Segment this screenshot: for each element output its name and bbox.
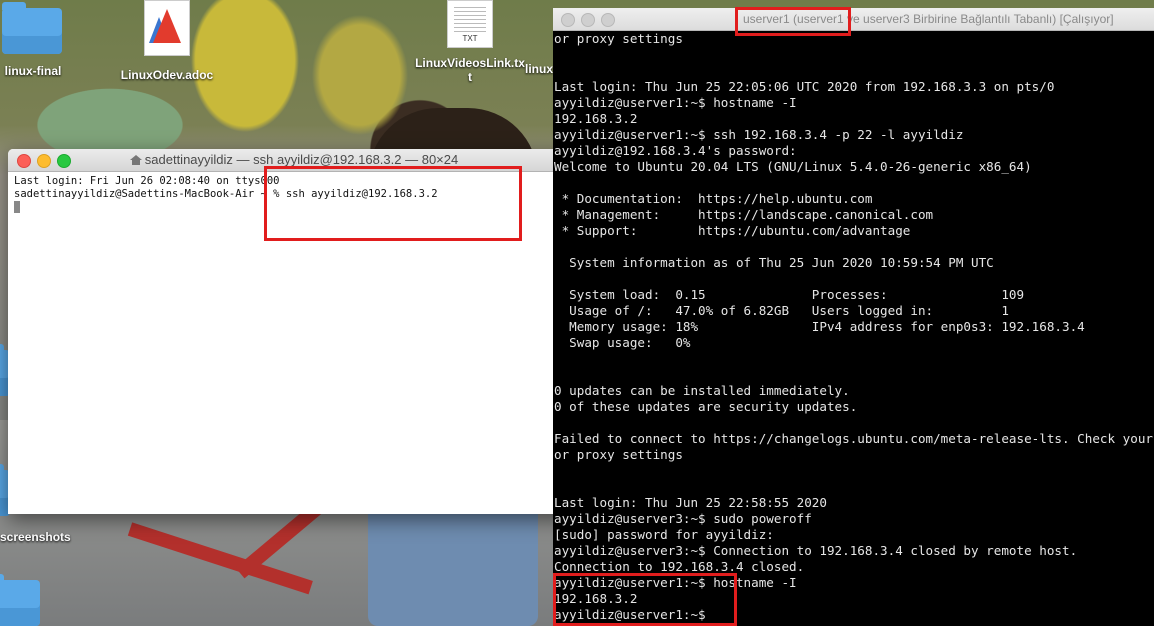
mac-terminal-title: sadettinayyildiz — ssh ayyildiz@192.168.… — [144, 152, 459, 167]
console-line: 0 updates can be installed immediately. — [554, 383, 850, 398]
highlight-box-window-title — [735, 7, 851, 36]
console-line: Usage of /: 47.0% of 6.82GB Users logged… — [554, 303, 1009, 318]
home-icon — [129, 155, 142, 165]
folder-icon — [2, 2, 62, 54]
console-line: System load: 0.15 Processes: 109 — [554, 287, 1025, 302]
minimize-icon[interactable] — [581, 13, 595, 27]
console-line: ayyildiz@userver1:~$ ssh 192.168.3.4 -p … — [554, 127, 964, 142]
console-line: ayyildiz@userver3:~$ sudo poweroff — [554, 511, 812, 526]
vm-console-body[interactable]: or proxy settings Last login: Thu Jun 25 … — [553, 31, 1154, 623]
folder-icon[interactable] — [0, 574, 40, 626]
vm-console-titlebar[interactable]: userver1 (userver1 ve userver3 Birbirine… — [553, 8, 1154, 31]
console-line: 192.168.3.2 — [554, 111, 638, 126]
highlight-box-ssh-command — [264, 166, 522, 241]
close-icon[interactable] — [561, 13, 575, 27]
desktop-icon-label: LinuxOdev.adoc — [120, 68, 214, 82]
adoc-file-icon — [144, 0, 190, 56]
console-line: or proxy settings — [554, 31, 683, 46]
zoom-icon[interactable] — [57, 154, 71, 168]
zoom-icon[interactable] — [601, 13, 615, 27]
close-icon[interactable] — [17, 154, 31, 168]
console-line: * Support: https://ubuntu.com/advantage — [554, 223, 911, 238]
console-line: ayyildiz@userver3:~$ Connection to 192.1… — [554, 543, 1078, 558]
console-line: Last login: Thu Jun 25 22:58:55 2020 — [554, 495, 827, 510]
highlight-box-hostname-output — [553, 573, 737, 626]
desktop-icon-linux-final[interactable]: linux-final — [0, 2, 66, 78]
console-line: * Documentation: https://help.ubuntu.com — [554, 191, 873, 206]
console-line: System information as of Thu 25 Jun 2020… — [554, 255, 994, 270]
desktop-icon-label: screenshots — [0, 530, 71, 544]
desktop-icon-label: LinuxVideosLink.txt — [415, 56, 525, 84]
txt-file-icon: TXT — [447, 0, 493, 48]
desktop-icon-label: linux-final — [4, 64, 62, 78]
console-line: Welcome to Ubuntu 20.04 LTS (GNU/Linux 5… — [554, 159, 1032, 174]
console-line: ayyildiz@192.168.3.4's password: — [554, 143, 797, 158]
console-line: ayyildiz@userver1:~$ hostname -I — [554, 95, 797, 110]
desktop-icon-label: linux — [524, 62, 553, 76]
console-line: Failed to connect to https://changelogs.… — [554, 431, 1153, 446]
console-line: Memory usage: 18% IPv4 address for enp0s… — [554, 319, 1085, 334]
console-line: or proxy settings — [554, 447, 683, 462]
desktop-icon-linuxodev-adoc[interactable]: LinuxOdev.adoc — [112, 0, 222, 82]
desktop-icon-linux[interactable]: linux — [522, 62, 556, 76]
console-line: Last login: Thu Jun 25 22:05:06 UTC 2020… — [554, 79, 1055, 94]
vm-console-window[interactable]: userver1 (userver1 ve userver3 Birbirine… — [553, 8, 1154, 626]
console-line: [sudo] password for ayyildiz: — [554, 527, 774, 542]
minimize-icon[interactable] — [37, 154, 51, 168]
terminal-cursor — [14, 201, 20, 213]
console-line: Swap usage: 0% — [554, 335, 691, 350]
console-line: * Management: https://landscape.canonica… — [554, 207, 934, 222]
desktop-icon-screenshots[interactable]: screenshots — [0, 530, 80, 544]
console-line: 0 of these updates are security updates. — [554, 399, 858, 414]
desktop-icon-linuxvideoslink-txt[interactable]: TXT LinuxVideosLink.txt — [414, 0, 526, 84]
